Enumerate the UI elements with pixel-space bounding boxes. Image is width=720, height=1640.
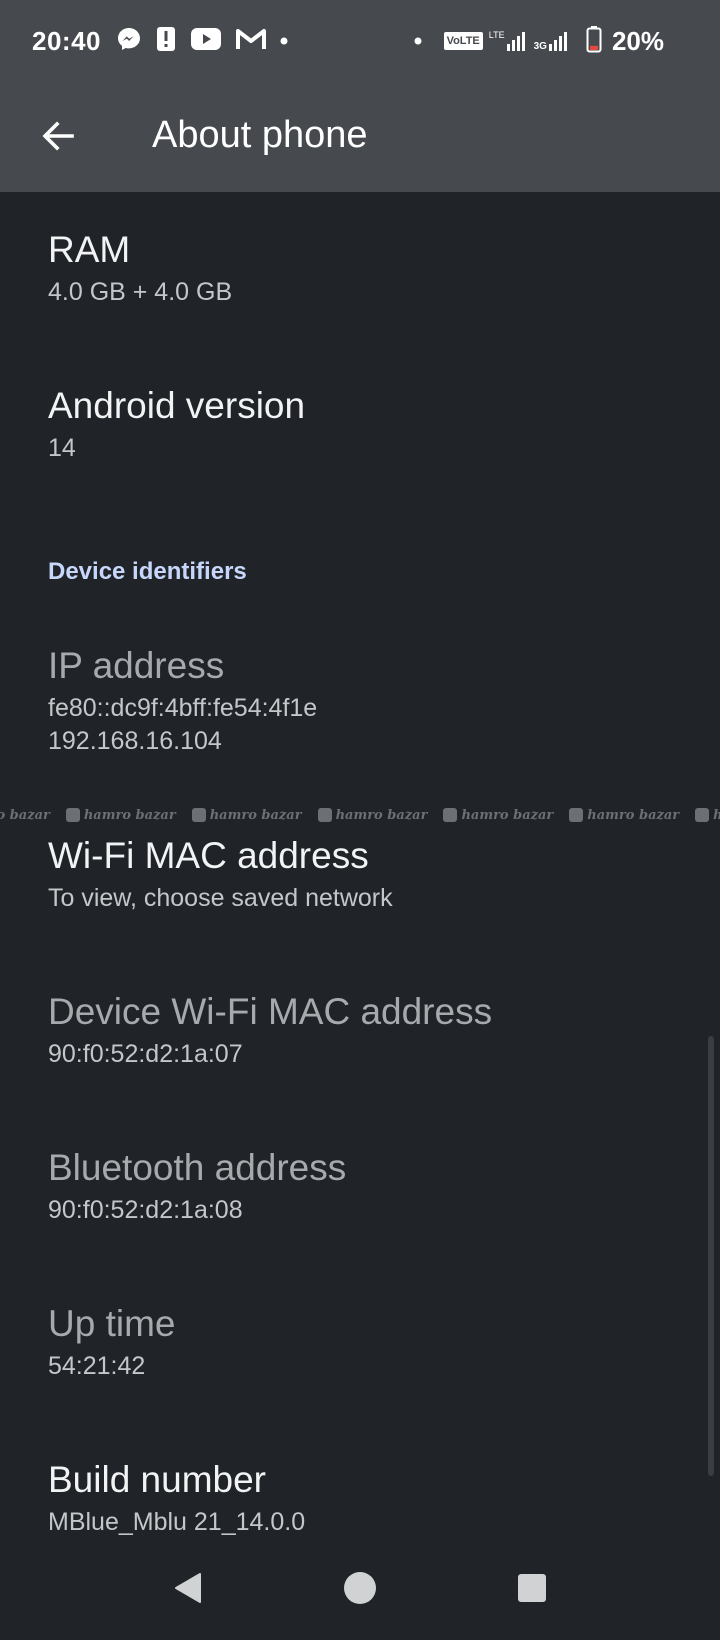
watermark-logo-icon <box>443 808 458 822</box>
pref-title: RAM <box>48 229 131 270</box>
gmail-icon <box>236 27 266 56</box>
arrow-back-icon <box>42 121 74 151</box>
watermark-logo-icon <box>569 808 584 822</box>
app-bar: About phone <box>0 84 720 192</box>
watermark-item: hamro bazar <box>65 808 176 823</box>
pref-summary: 4.0 GB + 4.0 GB <box>48 278 233 306</box>
dot-icon <box>414 32 422 50</box>
pref-title: Bluetooth address <box>48 1147 347 1188</box>
nav-recents-button[interactable] <box>504 1560 560 1616</box>
volte-icon: VoLTE <box>443 32 483 50</box>
pref-ip-address: IP address fe80::dc9f:4bff:fe54:4f1e 192… <box>48 644 688 758</box>
pref-wifi-mac-address[interactable]: Wi-Fi MAC address To view, choose saved … <box>48 834 688 915</box>
navigation-bar <box>0 1536 720 1640</box>
watermark-item: hamro bazar <box>443 808 553 823</box>
watermark-item: hamro bazar <box>569 808 679 823</box>
pref-android-version[interactable]: Android version 14 <box>48 384 688 465</box>
pref-title: IP address <box>48 645 225 686</box>
pref-summary: 54:21:42 <box>48 1352 146 1380</box>
watermark: hamro bazar hamro bazar hamro bazar hamr… <box>0 802 720 828</box>
nav-home-button[interactable] <box>332 1560 388 1616</box>
3g-signal-icon: 3G <box>534 30 570 52</box>
home-circle-icon <box>344 1572 376 1604</box>
messenger-icon <box>116 26 142 57</box>
pref-title: Build number <box>48 1459 267 1500</box>
recents-square-icon <box>518 1574 546 1602</box>
pref-title: Up time <box>48 1303 176 1344</box>
watermark-item: hamro bazar <box>695 808 720 823</box>
pref-summary: 90:f0:52:d2:1a:07 <box>48 1040 243 1068</box>
pref-title: Device Wi-Fi MAC address <box>48 991 493 1032</box>
pref-ram[interactable]: RAM 4.0 GB + 4.0 GB <box>48 228 688 309</box>
pref-device-wifi-mac-address: Device Wi-Fi MAC address 90:f0:52:d2:1a:… <box>48 990 688 1071</box>
battery-icon <box>586 25 602 58</box>
pref-summary: 14 <box>48 434 76 462</box>
pref-title: Android version <box>48 385 306 426</box>
status-bar: 20:40 VoLTE LTE 3G 20% <box>0 0 720 84</box>
watermark-item: hamro bazar <box>191 808 302 823</box>
watermark-logo-icon <box>317 808 332 822</box>
notification-icons <box>116 26 288 56</box>
status-time: 20:40 <box>32 26 101 56</box>
nav-back-button[interactable] <box>160 1560 216 1616</box>
pref-up-time: Up time 54:21:42 <box>48 1302 688 1383</box>
section-header-device-identifiers: Device identifiers <box>48 558 247 585</box>
pref-summary: To view, choose saved network <box>48 884 393 912</box>
system-status-icons: VoLTE LTE 3G 20% <box>414 24 664 58</box>
watermark-item: hamro bazar <box>317 808 427 823</box>
back-button[interactable] <box>28 106 88 166</box>
pref-bluetooth-address: Bluetooth address 90:f0:52:d2:1a:08 <box>48 1146 688 1227</box>
pref-summary: MBlue_Mblu 21_14.0.0 <box>48 1508 306 1536</box>
back-triangle-icon <box>175 1573 201 1603</box>
scrollbar[interactable] <box>708 1036 714 1476</box>
lte-signal-icon: LTE <box>489 30 528 52</box>
watermark-logo-icon <box>191 808 206 822</box>
pref-summary: 90:f0:52:d2:1a:08 <box>48 1196 243 1224</box>
pref-summary: fe80::dc9f:4bff:fe54:4f1e 192.168.16.104 <box>48 694 318 755</box>
watermark-logo-icon <box>65 808 80 822</box>
battery-percent: 20% <box>611 25 664 56</box>
pref-build-number[interactable]: Build number MBlue_Mblu 21_14.0.0 <box>48 1458 688 1539</box>
pref-title: Wi-Fi MAC address <box>48 835 369 876</box>
youtube-icon <box>190 27 222 56</box>
more-dot-icon <box>280 32 288 50</box>
watermark-item: hamro bazar <box>0 807 50 823</box>
watermark-logo-icon <box>695 808 710 822</box>
page-title: About phone <box>152 114 368 156</box>
alert-icon <box>156 26 176 57</box>
